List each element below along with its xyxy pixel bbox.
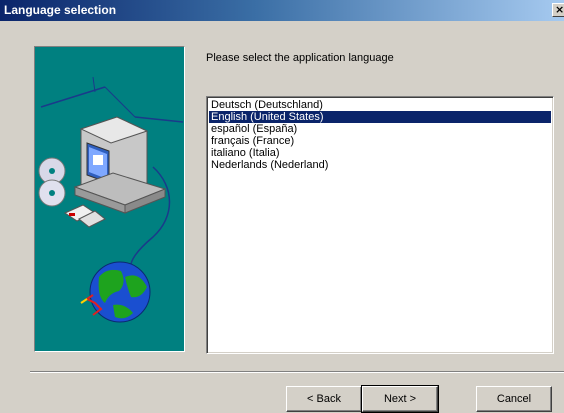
globe-icon xyxy=(80,261,151,323)
cd-icon xyxy=(38,157,66,207)
back-button[interactable]: < Back xyxy=(286,386,362,412)
language-option-fr[interactable]: français (France) xyxy=(209,135,551,147)
close-button[interactable]: × xyxy=(552,3,564,17)
next-button[interactable]: Next > xyxy=(361,385,439,413)
window-title: Language selection xyxy=(4,3,117,17)
cancel-button[interactable]: Cancel xyxy=(476,386,552,412)
computer-globe-illustration xyxy=(38,76,184,323)
language-option-es[interactable]: español (España) xyxy=(209,123,551,135)
close-icon: × xyxy=(555,3,564,16)
language-option-en[interactable]: English (United States) xyxy=(209,111,551,123)
language-option-nl[interactable]: Nederlands (Nederland) xyxy=(209,159,551,171)
language-listbox[interactable]: Deutsch (Deutschland) English (United St… xyxy=(206,96,554,354)
language-prompt: Please select the application language xyxy=(206,52,394,64)
setup-illustration xyxy=(34,46,185,352)
dialog-window: Language selection × Please select the a… xyxy=(0,0,564,413)
button-divider xyxy=(30,371,564,373)
computer-icon xyxy=(73,116,167,214)
title-bar: Language selection × xyxy=(0,0,564,21)
floppy-icon xyxy=(63,204,106,228)
language-option-de[interactable]: Deutsch (Deutschland) xyxy=(209,99,551,111)
language-option-it[interactable]: italiano (Italia) xyxy=(209,147,551,159)
